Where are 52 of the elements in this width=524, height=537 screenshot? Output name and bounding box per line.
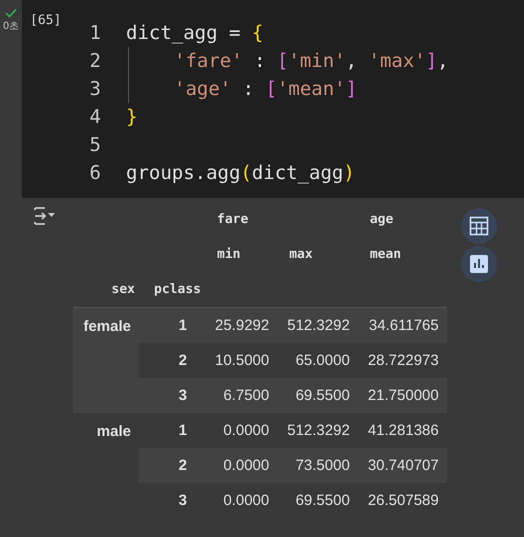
table-cell: 10.5000 <box>215 352 270 368</box>
index-label: 1 <box>178 316 187 334</box>
run-time: 0초 <box>2 20 20 33</box>
code-line: 'age' : ['mean'] <box>174 78 358 100</box>
table-cell: 0.0000 <box>223 492 270 508</box>
line-number: 4 <box>88 106 101 128</box>
table-cell: 26.507589 <box>368 492 439 508</box>
code-line: 'fare' : ['min', 'max'], <box>174 50 449 72</box>
column-header: age <box>370 212 394 227</box>
table-cell: 41.281386 <box>368 422 439 438</box>
index-label: 2 <box>178 456 187 474</box>
index-label: 1 <box>178 422 187 438</box>
table-cell: 65.0000 <box>296 352 350 368</box>
code-line: groups.agg(dict_agg) <box>126 162 355 184</box>
output-menu-icon[interactable] <box>33 206 57 226</box>
index-name: pclass <box>154 282 201 297</box>
column-header: mean <box>370 247 402 262</box>
execution-count: [65] <box>29 12 62 30</box>
column-header: min <box>217 247 240 262</box>
bar-chart-icon <box>468 254 489 274</box>
index-label: male <box>96 422 131 440</box>
line-number: 3 <box>88 78 101 100</box>
table-cell: 512.3292 <box>287 422 350 438</box>
line-number: 5 <box>88 134 101 156</box>
checkmark-icon <box>5 8 17 18</box>
table-cell: 6.7500 <box>223 386 270 404</box>
index-label: 3 <box>178 386 187 404</box>
table-view-button[interactable] <box>460 208 497 244</box>
table-cell: 25.9292 <box>215 316 270 334</box>
table-cell: 69.5500 <box>296 492 350 508</box>
index-name: sex <box>112 282 135 297</box>
table-cell: 0.0000 <box>223 422 270 438</box>
table-cell: 0.0000 <box>223 456 270 474</box>
table-cell: 73.5000 <box>296 456 350 474</box>
table-cell: 69.5500 <box>296 386 350 404</box>
column-header: fare <box>217 212 248 227</box>
index-label: 2 <box>178 352 187 368</box>
table-cell: 30.740707 <box>368 456 439 474</box>
code-line: } <box>126 106 138 128</box>
index-label: female <box>83 318 131 335</box>
line-number: 2 <box>88 50 101 72</box>
index-label: 3 <box>178 492 187 508</box>
code-line: dict_agg = { <box>126 22 264 44</box>
column-header: max <box>289 247 313 262</box>
table-cell: 28.722973 <box>368 352 439 368</box>
line-number: 1 <box>88 22 101 44</box>
table-icon <box>468 216 489 236</box>
chart-suggest-button[interactable] <box>460 246 497 282</box>
table-cell: 34.611765 <box>368 316 439 334</box>
table-cell: 21.750000 <box>368 386 439 404</box>
table-cell: 512.3292 <box>287 316 350 334</box>
line-number: 6 <box>88 162 101 184</box>
